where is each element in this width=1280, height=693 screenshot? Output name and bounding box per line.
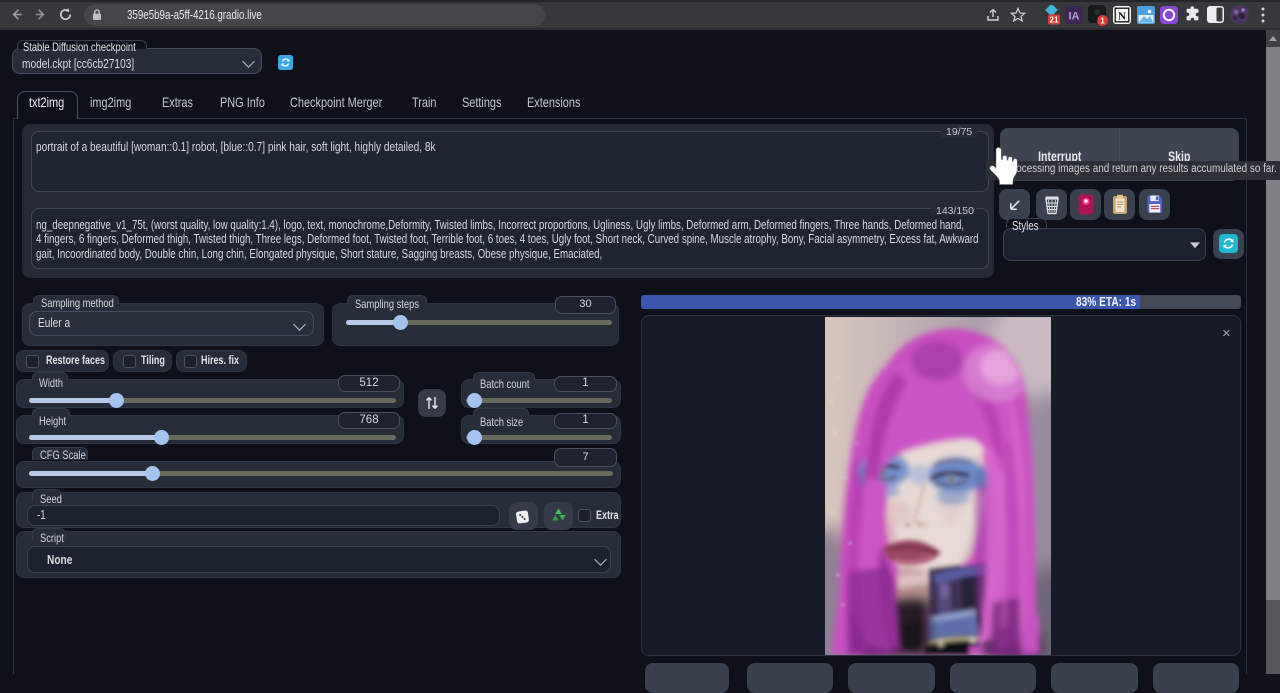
svg-text:1: 1 xyxy=(1100,17,1105,26)
svg-text:21: 21 xyxy=(1050,16,1059,25)
svg-text:IA: IA xyxy=(1069,11,1080,23)
svg-text:N: N xyxy=(1118,11,1126,23)
